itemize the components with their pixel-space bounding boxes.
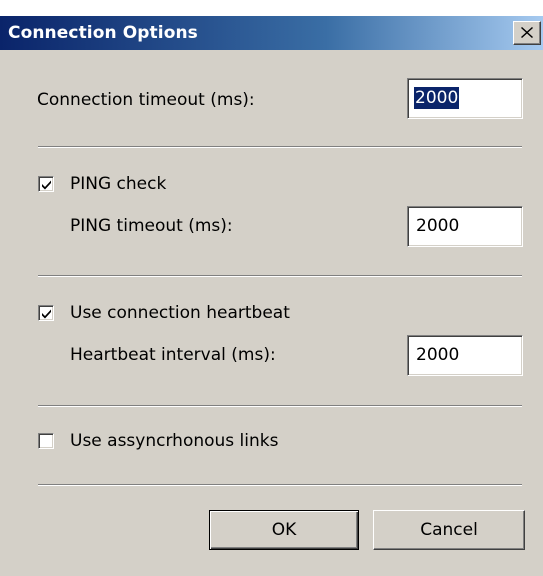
close-icon [521, 27, 533, 38]
connection-timeout-value: 2000 [414, 87, 460, 109]
ping-check-label[interactable]: PING check [70, 174, 166, 194]
separator-4 [38, 484, 522, 486]
async-links-checkbox[interactable] [38, 433, 54, 449]
ping-check-checkbox[interactable] [38, 176, 54, 192]
separator-2 [38, 275, 522, 277]
async-links-label[interactable]: Use assyncrhonous links [70, 431, 278, 451]
heartbeat-interval-input[interactable]: 2000 [407, 335, 523, 376]
heartbeat-interval-value: 2000 [416, 345, 460, 365]
cancel-button[interactable]: Cancel [373, 510, 525, 550]
connection-timeout-input[interactable]: 2000 [407, 78, 523, 119]
heartbeat-checkbox[interactable] [38, 305, 54, 321]
separator-1 [38, 146, 522, 148]
dialog-title: Connection Options [8, 23, 198, 43]
heartbeat-checkbox-label[interactable]: Use connection heartbeat [70, 303, 290, 323]
connection-timeout-label: Connection timeout (ms): [37, 90, 255, 110]
heartbeat-interval-label: Heartbeat interval (ms): [70, 345, 276, 365]
ok-button[interactable]: OK [209, 510, 359, 550]
ping-timeout-label: PING timeout (ms): [70, 216, 233, 236]
close-button[interactable] [513, 21, 541, 45]
checkmark-icon [42, 180, 51, 190]
screen: Connection Options Connection timeout (m… [0, 0, 543, 576]
checkmark-icon [42, 309, 51, 319]
ping-timeout-input[interactable]: 2000 [407, 206, 523, 247]
title-bar[interactable]: Connection Options [0, 16, 543, 50]
ping-timeout-value: 2000 [416, 216, 460, 236]
separator-3 [38, 405, 522, 407]
connection-options-dialog: Connection Options Connection timeout (m… [0, 16, 543, 576]
